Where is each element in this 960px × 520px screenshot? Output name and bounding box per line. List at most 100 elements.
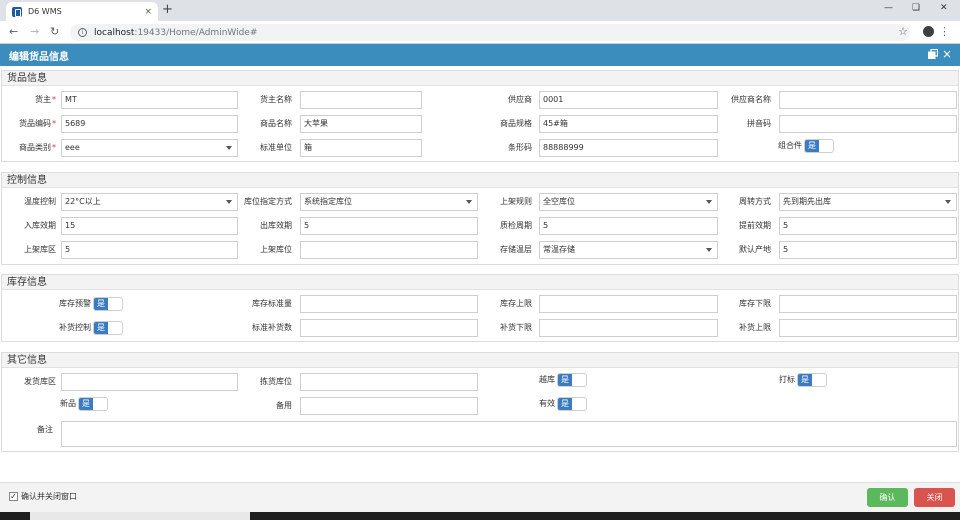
upper-input[interactable] xyxy=(539,295,718,313)
product-name-input[interactable]: 大苹果 xyxy=(300,115,422,133)
new-toggle-on: 是 xyxy=(79,398,93,410)
dialog-footer: ✓ 确认并关闭窗口 确认 关闭 xyxy=(0,482,960,512)
cross-toggle-on: 是 xyxy=(558,374,572,386)
new-tab-icon[interactable]: + xyxy=(162,2,173,18)
taskbar-window xyxy=(30,512,250,520)
minimize-icon[interactable]: — xyxy=(884,3,893,13)
storage-temp-label: 存储温层 xyxy=(500,245,532,254)
spare-label: 备用 xyxy=(276,401,292,410)
code-input[interactable]: 5689 xyxy=(61,115,238,133)
supplier-name-input[interactable] xyxy=(779,91,957,109)
window-close-icon[interactable]: ✕ xyxy=(940,3,948,13)
pick-loc-input[interactable] xyxy=(300,373,478,391)
confirm-close-label: 确认并关闭窗口 xyxy=(21,492,77,501)
unit-label: 标准单位 xyxy=(260,143,292,152)
code-label: 货品编码* xyxy=(19,119,56,128)
rep-upper-label: 补货上限 xyxy=(739,323,771,332)
owner-name-input[interactable] xyxy=(300,91,422,109)
putaway-area-input[interactable]: 5 xyxy=(61,241,238,259)
temp-select[interactable]: 22°C以上 xyxy=(61,193,238,211)
in-eff-input[interactable]: 15 xyxy=(61,217,238,235)
tab-close-icon[interactable]: × xyxy=(144,7,152,17)
spec-label: 商品规格 xyxy=(500,119,532,128)
app-favicon-icon xyxy=(12,6,22,17)
url-host: localhost xyxy=(94,27,135,38)
std-replenish-input[interactable] xyxy=(300,319,478,337)
replenish-label: 补货控制 xyxy=(59,323,91,332)
pinyin-input[interactable] xyxy=(779,115,957,133)
owner-input[interactable]: MT xyxy=(61,91,238,109)
new-toggle[interactable]: 是 xyxy=(78,397,108,411)
lower-label: 库存下限 xyxy=(739,299,771,308)
account-icon[interactable] xyxy=(923,26,934,37)
std-replenish-label: 标准补货数 xyxy=(252,323,292,332)
section-stock-title: 库存信息 xyxy=(2,275,958,290)
section-control-title: 控制信息 xyxy=(2,173,958,188)
turnover-label: 周转方式 xyxy=(739,197,771,206)
restore-icon[interactable]: ❏ xyxy=(912,3,920,13)
maximize-icon[interactable] xyxy=(928,49,938,59)
supplier-input[interactable]: 0001 xyxy=(539,91,718,109)
pinyin-label: 拼音码 xyxy=(747,119,771,128)
section-other-title: 其它信息 xyxy=(2,353,958,368)
spare-input[interactable] xyxy=(300,397,478,415)
owner-label: 货主* xyxy=(35,95,56,104)
remark-textarea[interactable] xyxy=(61,421,957,447)
remark-label: 备注 xyxy=(37,425,53,434)
url-input[interactable]: i localhost:19433/Home/AdminWide# xyxy=(70,24,910,41)
unit-input[interactable]: 箱 xyxy=(300,139,422,157)
browser-tab[interactable]: D6 WMS × xyxy=(6,2,158,21)
origin-input[interactable]: 5 xyxy=(779,241,957,259)
upper-label: 库存上限 xyxy=(500,299,532,308)
putaway-loc-input[interactable] xyxy=(300,241,478,259)
category-label: 商品类别* xyxy=(19,143,56,152)
lower-input[interactable] xyxy=(779,295,957,313)
putaway-rule-select[interactable]: 全空库位 xyxy=(539,193,718,211)
close-button[interactable]: 关闭 xyxy=(914,488,955,507)
valid-label: 有效 xyxy=(539,399,555,408)
valid-toggle-on: 是 xyxy=(558,398,572,410)
forward-icon[interactable]: → xyxy=(30,25,39,38)
dialog-close-icon[interactable]: × xyxy=(942,47,952,61)
putaway-area-label: 上架库区 xyxy=(24,245,56,254)
category-select[interactable]: eee xyxy=(61,139,238,157)
section-goods: 货品信息 货主* MT 货主名称 供应商 0001 供应商名称 货品编码* 56… xyxy=(1,70,959,162)
bookmark-star-icon[interactable]: ☆ xyxy=(898,25,908,38)
storage-temp-select[interactable]: 常温存储 xyxy=(539,241,718,259)
ship-area-input[interactable] xyxy=(61,373,238,391)
owner-name-label: 货主名称 xyxy=(260,95,292,104)
spec-input[interactable]: 45#箱 xyxy=(539,115,718,133)
info-icon[interactable]: i xyxy=(78,28,87,37)
new-label: 新品 xyxy=(60,399,76,408)
label-print-label: 打标 xyxy=(779,375,795,384)
barcode-input[interactable]: 88888999 xyxy=(539,139,718,157)
rep-lower-label: 补货下限 xyxy=(500,323,532,332)
warn-toggle[interactable]: 是 xyxy=(93,297,123,311)
back-icon[interactable]: ← xyxy=(9,25,18,38)
combo-toggle[interactable]: 是 xyxy=(804,139,834,153)
replenish-toggle-on: 是 xyxy=(94,322,108,334)
in-eff-label: 入库效期 xyxy=(24,221,56,230)
qc-input[interactable]: 5 xyxy=(539,217,718,235)
reload-icon[interactable]: ↻ xyxy=(50,25,59,38)
out-eff-input[interactable]: 5 xyxy=(300,217,478,235)
url-path: :19433/Home/AdminWide# xyxy=(134,27,258,38)
replenish-toggle[interactable]: 是 xyxy=(93,321,123,335)
rep-upper-input[interactable] xyxy=(779,319,957,337)
std-qty-input[interactable] xyxy=(300,295,478,313)
combo-label: 组合件 xyxy=(778,141,802,150)
browser-menu-icon[interactable]: ⋮ xyxy=(939,25,950,38)
advance-input[interactable]: 5 xyxy=(779,217,957,235)
supplier-label: 供应商 xyxy=(508,95,532,104)
label-print-toggle[interactable]: 是 xyxy=(797,373,827,387)
product-name-label: 商品名称 xyxy=(260,119,292,128)
cross-toggle[interactable]: 是 xyxy=(557,373,587,387)
out-eff-label: 出库效期 xyxy=(260,221,292,230)
rep-lower-input[interactable] xyxy=(539,319,718,337)
valid-toggle[interactable]: 是 xyxy=(557,397,587,411)
confirm-close-checkbox[interactable]: ✓ xyxy=(9,492,18,501)
loc-mode-select[interactable]: 系统指定库位 xyxy=(300,193,478,211)
turnover-select[interactable]: 先到期先出库 xyxy=(779,193,957,211)
origin-label: 默认产地 xyxy=(739,245,771,254)
confirm-button[interactable]: 确认 xyxy=(867,488,908,507)
